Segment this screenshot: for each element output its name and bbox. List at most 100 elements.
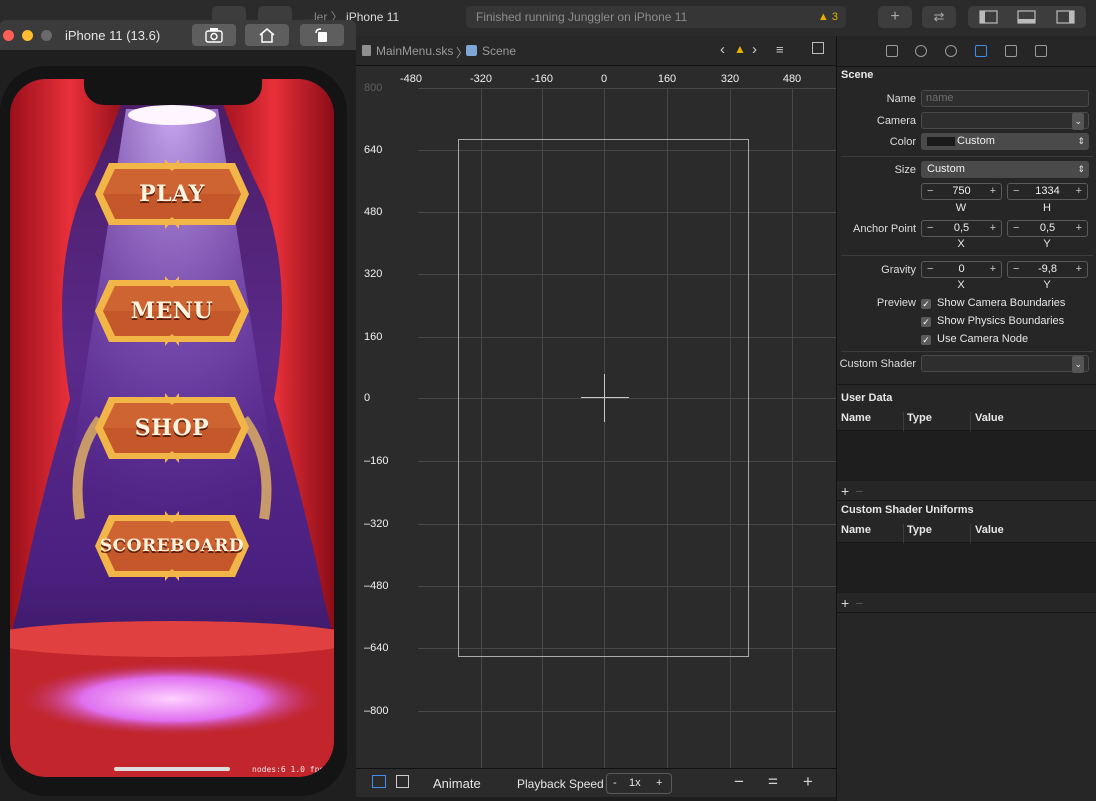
help-inspector-icon[interactable] <box>945 45 957 57</box>
screenshot-button[interactable] <box>192 24 236 46</box>
zoom-window-icon[interactable] <box>41 30 52 41</box>
size-inspector-icon[interactable] <box>1005 45 1017 57</box>
width-stepper[interactable]: − 750 + <box>921 183 1002 200</box>
custom-shader-popup[interactable]: ⌄ <box>921 355 1089 373</box>
grid-line-vertical <box>792 88 793 768</box>
column-value[interactable]: Value <box>975 412 1004 424</box>
increment[interactable]: + <box>990 185 996 197</box>
file-icon <box>362 45 371 56</box>
gravity-x-stepper[interactable]: − 0 + <box>921 261 1002 278</box>
action-editor-icon[interactable] <box>396 775 409 788</box>
previous-issue-icon[interactable]: ‹ <box>720 41 725 58</box>
stage-rim <box>10 621 334 657</box>
library-button[interactable]: + <box>878 6 912 28</box>
column-value[interactable]: Value <box>975 524 1004 536</box>
menu-button-scoreboard[interactable]: SCOREBOARD <box>95 511 249 581</box>
increment[interactable]: + <box>990 222 996 234</box>
speed-increment[interactable]: + <box>656 777 662 789</box>
checkbox-label: Show Camera Boundaries <box>937 297 1066 309</box>
y-ruler-tick-label: 320 <box>364 268 383 280</box>
anchor-x-stepper[interactable]: − 0,5 + <box>921 220 1002 237</box>
x-ruler-tick-label: 320 <box>720 73 740 85</box>
custom-shader-uniforms-title: Custom Shader Uniforms <box>841 504 974 516</box>
color-value: Custom <box>957 135 995 147</box>
minimap-lines-icon[interactable]: ≡ <box>776 42 784 57</box>
scene-icon <box>466 45 477 56</box>
decrement[interactable]: − <box>1013 263 1019 275</box>
zoom-in-icon[interactable]: + <box>803 772 813 792</box>
x-sublabel: X <box>957 279 965 291</box>
plus-icon[interactable]: + <box>841 483 849 499</box>
gravity-label: Gravity <box>881 264 916 276</box>
gravity-y-stepper[interactable]: − -9,8 + <box>1007 261 1088 278</box>
decrement[interactable]: − <box>1013 222 1019 234</box>
camera-popup[interactable]: ⌄ <box>921 112 1089 130</box>
x-ruler-tick-label: 160 <box>657 73 677 85</box>
show-camera-boundaries-checkbox[interactable]: ✓ Show Camera Boundaries <box>921 297 1065 309</box>
rotate-button[interactable] <box>300 24 344 46</box>
file-inspector-icon[interactable] <box>886 45 898 57</box>
panel-toggle-icons[interactable] <box>968 6 1086 28</box>
increment[interactable]: + <box>1076 263 1082 275</box>
panel-toggles <box>968 6 1086 28</box>
anchor-x-value: 0,5 <box>953 222 970 234</box>
speed-value: 1x <box>629 777 641 789</box>
increment[interactable]: + <box>1076 185 1082 197</box>
column-name[interactable]: Name <box>841 412 871 424</box>
plus-icon: + <box>890 8 900 25</box>
home-button[interactable] <box>245 24 289 46</box>
split-editor-icon[interactable] <box>812 42 824 54</box>
uniforms-table[interactable] <box>837 543 1096 593</box>
attributes-inspector-icon[interactable] <box>975 45 987 57</box>
user-data-table[interactable] <box>837 431 1096 481</box>
decrement[interactable]: − <box>927 263 933 275</box>
decrement[interactable]: − <box>927 185 933 197</box>
animate-button[interactable]: Animate <box>433 776 481 791</box>
height-stepper[interactable]: − 1334 + <box>1007 183 1088 200</box>
warning-triangle-icon[interactable]: ▲ <box>734 42 746 56</box>
game-screen[interactable]: PLAY MENU SHOP SCOREBOARD nodes:6 1.0 fps <box>10 79 334 777</box>
minus-icon[interactable]: − <box>855 483 863 499</box>
x-ruler-tick-label: -480 <box>399 73 423 85</box>
column-type[interactable]: Type <box>907 524 932 536</box>
decrement[interactable]: − <box>927 222 933 234</box>
code-review-button[interactable]: ⇄ <box>922 6 956 28</box>
debug-nodes-label: nodes:6 1.0 fps <box>252 765 325 774</box>
color-popup[interactable]: Custom ⇕ <box>921 133 1089 150</box>
anchor-y-value: 0,5 <box>1039 222 1056 234</box>
zoom-fit-icon[interactable]: = <box>768 772 778 792</box>
history-inspector-icon[interactable] <box>915 45 927 57</box>
object-library-icon[interactable] <box>1035 45 1047 57</box>
zoom-out-icon[interactable]: − <box>734 772 744 792</box>
horizontal-ruler: -480 -320 -160 0 160 320 480 <box>356 66 836 88</box>
increment[interactable]: + <box>1076 222 1082 234</box>
height-value: 1334 <box>1035 185 1060 197</box>
name-field[interactable]: name <box>921 90 1089 107</box>
outline-view-icon[interactable] <box>372 775 386 788</box>
show-physics-boundaries-checkbox[interactable]: ✓ Show Physics Boundaries <box>921 315 1064 327</box>
jump-scene-crumb[interactable]: Scene <box>466 44 516 58</box>
next-issue-icon[interactable]: › <box>752 41 757 58</box>
minimize-window-icon[interactable] <box>22 30 33 41</box>
menu-button-play[interactable]: PLAY <box>95 159 249 229</box>
speed-decrement[interactable]: - <box>613 777 617 789</box>
column-name[interactable]: Name <box>841 524 871 536</box>
scene-editor-canvas[interactable]: -480 -320 -160 0 160 320 480 800 640 480 320 160 0 –… <box>356 66 836 768</box>
menu-button-shop[interactable]: SHOP <box>95 393 249 463</box>
column-type[interactable]: Type <box>907 412 932 424</box>
home-indicator[interactable] <box>114 767 230 771</box>
playback-speed-stepper[interactable]: - 1x + <box>606 773 672 794</box>
increment[interactable]: + <box>990 263 996 275</box>
use-camera-node-checkbox[interactable]: ✓ Use Camera Node <box>921 333 1028 345</box>
anchor-y-stepper[interactable]: − 0,5 + <box>1007 220 1088 237</box>
y-ruler-tick-label: –480 <box>364 580 389 592</box>
simulator-title: iPhone 11 (13.6) <box>65 28 161 43</box>
minus-icon[interactable]: − <box>855 595 863 611</box>
menu-button-menu[interactable]: MENU <box>95 276 249 346</box>
decrement[interactable]: − <box>1013 185 1019 197</box>
plus-icon[interactable]: + <box>841 595 849 611</box>
size-popup[interactable]: Custom ⇕ <box>921 161 1089 178</box>
jump-file-crumb[interactable]: MainMenu.sks <box>362 44 453 58</box>
close-window-icon[interactable] <box>3 30 14 41</box>
warning-indicator[interactable]: ▲ 3 <box>818 6 838 28</box>
